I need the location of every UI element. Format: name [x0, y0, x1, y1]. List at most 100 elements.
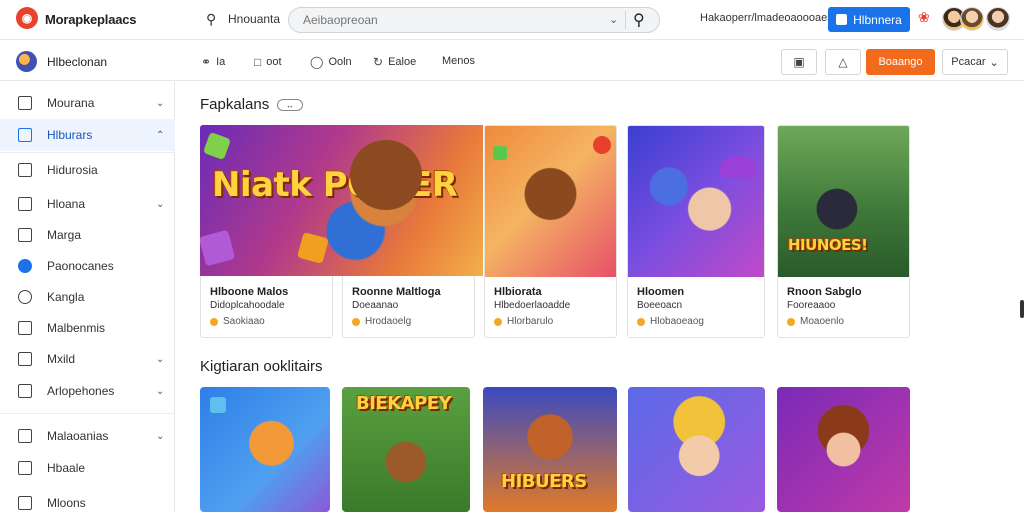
hair-shape: [720, 156, 756, 178]
chevron-down-icon: ⌄: [156, 430, 165, 442]
sidebar-divider: [0, 152, 175, 153]
sidebar-item[interactable]: Malaoanias ⌄: [0, 420, 175, 452]
sidebar-item-label: Malaoanias: [47, 429, 109, 443]
sidebar-item[interactable]: Hidurosia: [0, 154, 175, 186]
chat-icon: ◯: [310, 55, 324, 69]
featured-art[interactable]: Niatk POMER: [200, 125, 483, 276]
sidebar-item-label: Mxild: [47, 352, 76, 366]
sidebar-item[interactable]: Paonocanes: [0, 250, 175, 282]
dice-icon: [297, 232, 329, 264]
search-icon[interactable]: ⚲: [206, 11, 216, 28]
scrollbar[interactable]: [1020, 300, 1024, 318]
tag-icon: ⚭: [201, 55, 212, 69]
sign-in-button[interactable]: Hlbnnera: [828, 7, 910, 32]
coin-icon: [352, 317, 360, 326]
game-tile[interactable]: HIBUERS: [483, 387, 617, 512]
tile-art-title: BIEKAPEY: [356, 393, 452, 414]
archive-icon: [18, 496, 32, 510]
game-tile[interactable]: [628, 387, 765, 512]
tab-3[interactable]: ◯ Ooln: [310, 55, 352, 69]
sidebar-item-label: Kangla: [47, 290, 85, 304]
sidebar-item[interactable]: Hbaale: [0, 452, 175, 484]
layout-button[interactable]: ▣: [781, 49, 817, 75]
user-avatar[interactable]: [16, 51, 37, 72]
avatar[interactable]: [960, 7, 984, 31]
sidebar-item[interactable]: Mxild ⌄: [0, 343, 175, 375]
notification-icon[interactable]: ❀: [918, 9, 930, 26]
game-card[interactable]: Hlbiorata Hlbedoerlaoadde Hlorbarulo: [484, 125, 617, 338]
sidebar-item[interactable]: Hloana ⌄: [0, 188, 175, 220]
card-title: Hlbiorata: [494, 286, 542, 298]
tab-5[interactable]: Menos: [442, 55, 475, 67]
search-input[interactable]: [303, 12, 603, 28]
primary-action-button[interactable]: Boaango: [866, 49, 935, 75]
search-box[interactable]: ⌄ ⚲: [288, 7, 660, 33]
card-meta: Hlobaoeaog: [637, 316, 704, 327]
chevron-up-icon: ⌃: [156, 129, 165, 141]
account-link[interactable]: Hakaoperr/lmadeoaoooaes: [700, 12, 833, 24]
coin-icon: [494, 317, 502, 326]
game-card[interactable]: HIUNOES! Rnoon Sabglo Fooreaaoo Moaoenlo: [777, 125, 910, 338]
image-icon: [18, 321, 32, 335]
bear-character: [350, 140, 422, 210]
sidebar-item-label: Paonocanes: [47, 259, 114, 273]
sidebar-item[interactable]: Marga: [0, 219, 175, 251]
brand-name[interactable]: Morapkeplaacs: [45, 12, 137, 27]
tab-label: Ia: [216, 56, 226, 68]
sidebar-item-active[interactable]: Hlburars ⌃: [0, 119, 175, 151]
tab-1[interactable]: ⚭ Ia: [201, 55, 225, 69]
calendar-icon: [18, 228, 32, 242]
chevron-down-icon: ⌄: [156, 97, 165, 109]
card-subtitle: Doeaanao: [352, 300, 399, 311]
chevron-down-icon[interactable]: ⌄: [609, 13, 618, 26]
card-meta-text: Hlorbarulo: [507, 316, 554, 327]
file-icon: [18, 461, 32, 475]
bell-icon: △: [838, 55, 848, 69]
app-logo[interactable]: ◉: [16, 7, 38, 29]
card-title: Rnoon Sabglo: [787, 286, 862, 298]
card-meta: Moaoenlo: [787, 316, 844, 327]
section-title: Fapkalans: [200, 96, 270, 113]
sidebar-item-label: Malbenmis: [47, 321, 106, 335]
tab-label: Ooln: [328, 56, 352, 68]
sidebar-item[interactable]: Malbenmis: [0, 312, 175, 344]
refresh-icon: ↻: [373, 55, 384, 69]
game-tile[interactable]: BIEKAPEY: [342, 387, 470, 512]
sidebar-divider: [0, 413, 175, 414]
game-tile[interactable]: [200, 387, 330, 512]
card-meta-text: Hlobaoeaog: [650, 316, 704, 327]
sidebar-item-label: Arlopehones: [47, 384, 115, 398]
bell-button[interactable]: △: [825, 49, 861, 75]
card-art: [628, 126, 764, 277]
search-submit-icon[interactable]: ⚲: [633, 10, 645, 30]
globe-icon: [18, 259, 32, 273]
user-icon: [836, 14, 848, 25]
card-art: HIUNOES!: [778, 126, 909, 277]
sidebar-item[interactable]: Mourana ⌄: [0, 87, 175, 119]
game-tile[interactable]: [777, 387, 910, 512]
filter-dropdown[interactable]: Pcacar ⌄: [942, 49, 1008, 75]
card-subtitle: Hlbedoerlaoadde: [494, 300, 571, 311]
user-name[interactable]: Hlbeclonan: [47, 55, 107, 69]
gem-icon: [493, 146, 507, 160]
section-toggle[interactable]: ↔: [277, 99, 303, 111]
sidebar-item[interactable]: Mloons: [0, 487, 175, 512]
sign-in-label: Hlbnnera: [853, 12, 902, 27]
sidebar-item-label: Marga: [47, 228, 82, 242]
list-icon: [18, 352, 32, 366]
layout-icon: ▣: [793, 55, 805, 69]
game-card[interactable]: Hloomen Boeeoacn Hlobaoeaog: [627, 125, 765, 338]
sidebar-item[interactable]: Arlopehones ⌄: [0, 375, 175, 407]
card-art: [485, 126, 616, 277]
tab-2[interactable]: □ oot: [254, 55, 282, 69]
card-meta: Hlorbarulo: [494, 316, 553, 327]
search-label[interactable]: Hnouanta: [228, 12, 280, 26]
card-meta: Saokiaao: [210, 316, 265, 327]
dice-icon: [202, 131, 232, 161]
top-bar: ◉ Morapkeplaacs ⚲ Hnouanta ⌄ ⚲ Hakaoperr…: [0, 0, 1024, 40]
avatar[interactable]: [986, 7, 1010, 31]
tab-4[interactable]: ↻ Ealoe: [373, 55, 416, 69]
sidebar-item[interactable]: Kangla: [0, 281, 175, 313]
sidebar-item-label: Hloana: [47, 197, 86, 211]
sidebar: Mourana ⌄ Hlburars ⌃ Hidurosia Hloana ⌄ …: [0, 82, 175, 512]
